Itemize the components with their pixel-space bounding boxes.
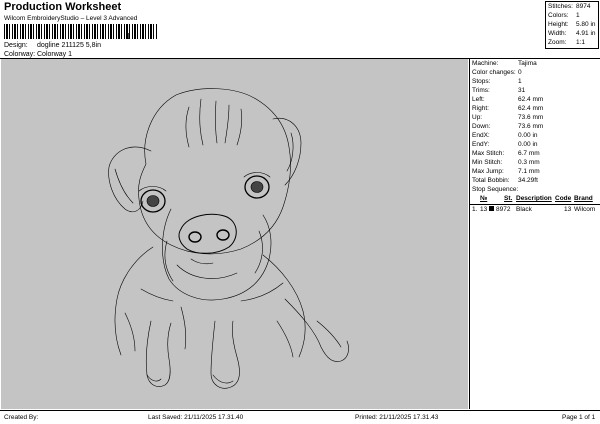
endy-label: EndY: <box>472 141 490 148</box>
stops-value: 1 <box>518 78 522 85</box>
col-no: № <box>480 195 488 202</box>
row-brand: Wilcom <box>574 206 596 213</box>
endx-label: EndX: <box>472 132 490 139</box>
worksheet-title: Production Worksheet <box>4 1 122 13</box>
design-value: dogline 211125 5,8in <box>37 42 101 49</box>
machine-label: Machine: <box>472 60 499 67</box>
total-bobbin-label: Total Bobbin: <box>472 177 510 184</box>
col-brand: Brand <box>574 195 593 202</box>
right-label: Right: <box>472 105 489 112</box>
colorway-value: Colorway 1 <box>37 51 73 58</box>
created-by: Created By: <box>4 414 39 421</box>
height-label: Height: <box>548 21 569 28</box>
stitches-label: Stitches: <box>548 3 573 10</box>
machine-value: Tajima <box>518 60 537 67</box>
stitches-value: 8974 <box>576 3 591 10</box>
left-value: 62.4 mm <box>518 96 544 103</box>
printed-date: Printed: 21/11/2025 17.31.43 <box>355 414 439 421</box>
trims-label: Trims: <box>472 87 490 94</box>
max-jump-value: 7.1 mm <box>518 168 540 175</box>
max-stitch-value: 6.7 mm <box>518 150 540 157</box>
down-label: Down: <box>472 123 491 130</box>
sequence-divider <box>470 204 600 205</box>
dog-embroidery-preview <box>108 88 349 389</box>
height-value: 5.80 in <box>576 21 596 28</box>
total-bobbin-value: 34.29ft <box>518 177 538 184</box>
barcode-mark: 1 <box>126 32 131 41</box>
design-preview-canvas[interactable] <box>1 59 468 409</box>
row-description: Black <box>516 206 532 213</box>
row-no: 13 <box>480 206 488 213</box>
max-stitch-label: Max Stitch: <box>472 150 505 157</box>
col-st: St. <box>504 195 513 202</box>
colors-label: Colors: <box>548 12 569 19</box>
row-stop: 1. <box>472 206 478 213</box>
color-changes-value: 0 <box>518 69 522 76</box>
endy-value: 0.00 in <box>518 141 538 148</box>
width-label: Width: <box>548 30 567 37</box>
color-changes-label: Color changes: <box>472 69 516 76</box>
stop-sequence-header: № St. Description Code Brand <box>470 195 600 204</box>
page-number: Page 1 of 1 <box>562 414 596 421</box>
max-jump-label: Max Jump: <box>472 168 504 175</box>
left-label: Left: <box>472 96 485 103</box>
endx-value: 0.00 in <box>518 132 538 139</box>
right-value: 62.4 mm <box>518 105 544 112</box>
machine-info-panel: Machine: Tajima Color changes: 0 Stops: … <box>469 59 600 409</box>
width-value: 4.91 in <box>576 30 596 37</box>
down-value: 73.6 mm <box>518 123 544 130</box>
min-stitch-value: 0.3 mm <box>518 159 540 166</box>
zoom-value: 1:1 <box>576 39 586 46</box>
trims-value: 31 <box>518 87 526 94</box>
footer: Created By: Last Saved: 21/11/2025 17.31… <box>0 410 600 424</box>
row-code: 13 <box>564 206 572 213</box>
colorway-row: Colorway: Colorway 1 <box>4 51 72 58</box>
min-stitch-label: Min Stitch: <box>472 159 503 166</box>
colorway-label: Colorway: <box>4 51 36 58</box>
last-saved: Last Saved: 21/11/2025 17.31.40 <box>148 414 244 421</box>
row-st: 8972 <box>496 206 511 213</box>
zoom-label: Zoom: <box>548 39 567 46</box>
design-label: Design: <box>4 42 28 49</box>
barcode <box>4 24 158 39</box>
up-label: Up: <box>472 114 483 121</box>
stops-label: Stops: <box>472 78 491 85</box>
design-stats: Stitches: 8974 Colors: 1 Height: 5.80 in… <box>545 1 599 49</box>
up-value: 73.6 mm <box>518 114 544 121</box>
col-description: Description <box>516 195 552 202</box>
software-subtitle: Wilcom EmbroideryStudio – Level 3 Advanc… <box>4 15 138 22</box>
col-code: Code <box>555 195 572 202</box>
color-swatch <box>489 206 494 211</box>
colors-value: 1 <box>576 12 580 19</box>
stop-sequence-title: Stop Sequence: <box>472 186 519 193</box>
design-row: Design: dogline 211125 5,8in <box>4 42 101 49</box>
